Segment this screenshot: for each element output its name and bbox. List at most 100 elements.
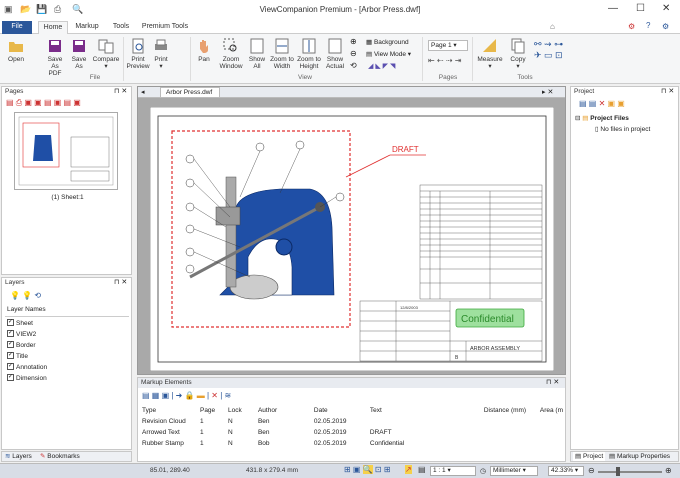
layer-item[interactable]: ✓ Border <box>7 340 36 351</box>
tab-tools[interactable]: Tools <box>108 21 134 34</box>
checkbox-checked-icon[interactable]: ✓ <box>7 340 14 348</box>
close-document-icon[interactable]: ▸ ✕ <box>542 88 553 96</box>
checkbox-checked-icon[interactable]: ✓ <box>7 362 14 370</box>
column-header[interactable]: Date <box>312 405 368 416</box>
zoom-to-width-button[interactable]: Zoom to Width <box>270 38 294 70</box>
pages-toolbar-icons[interactable]: ▤ ⎙ ▣ ▣ ▤ ▣ ▤ ▣ <box>6 98 81 108</box>
open-button[interactable]: Open <box>4 38 28 63</box>
cursor-coordinates: 85.01, 289.40 <box>150 467 190 474</box>
tab-bookmarks[interactable]: ✎ Bookmarks <box>40 452 80 461</box>
print-button[interactable]: Print ▾ <box>152 38 170 70</box>
panel-pin-icon[interactable]: ⊓ ✕ <box>546 378 559 386</box>
show-all-icon <box>250 38 264 54</box>
tab-markup[interactable]: Markup <box>72 21 102 34</box>
zoom-in-icon[interactable]: ⊕ <box>665 466 672 475</box>
tool-icons[interactable]: ⚯ ⇝ ⊶ ✈ ▭ ⊡ <box>534 39 563 61</box>
page-nav-icons[interactable]: ⇤ ⇠ ⇢ ⇥ <box>428 56 461 65</box>
layer-item[interactable]: ✓ Annotation <box>7 362 47 373</box>
copy-icon <box>511 38 525 54</box>
column-header[interactable]: Author <box>256 405 312 416</box>
options-icon[interactable]: ⚙ <box>628 22 635 31</box>
pan-button[interactable]: Pan <box>194 38 214 63</box>
column-header[interactable]: Page <box>198 405 226 416</box>
cell: 02.05.2019 <box>313 440 347 447</box>
layers-toggle-icon[interactable]: ▤ <box>418 465 426 474</box>
copy-button[interactable]: Copy ▾ <box>508 38 528 70</box>
title-bar: ▣ 📂 💾 ⎙ 🔍 ViewCompanion Premium - [Arbor… <box>0 0 680 20</box>
save-as-pdf-button[interactable]: Save As PDF <box>44 38 66 77</box>
zoom-level-select[interactable]: 42.33% ▾ <box>548 466 584 476</box>
view-direction-icons[interactable]: ◢ ◣ ◤ ◥ <box>368 62 395 70</box>
settings-icon[interactable]: ⚙ <box>662 22 669 31</box>
page-thumbnail[interactable] <box>14 112 118 190</box>
tab-premium-tools[interactable]: Premium Tools <box>140 21 190 34</box>
markup-toolbar-icons[interactable]: ▤ ▦ ▣ | ➜ 🔒 ▬ | ✕ | ≋ <box>142 391 231 400</box>
tab-home[interactable]: Home <box>38 21 68 34</box>
maximize-icon[interactable]: ☐ <box>636 3 645 14</box>
checkbox-checked-icon[interactable]: ✓ <box>7 329 14 337</box>
column-header[interactable]: Type <box>140 405 198 416</box>
zoom-slider[interactable] <box>598 471 662 473</box>
document-tab-strip: ◂ Arbor Press.dwf ▸ ✕ <box>138 87 565 98</box>
scale-select[interactable]: 1 : 1 ▾ <box>430 466 476 476</box>
measure-button[interactable]: Measure ▾ <box>476 38 504 70</box>
layer-item[interactable]: ✓ Dimension <box>7 373 47 384</box>
zoom-in-icon[interactable]: ⊕ <box>350 37 357 46</box>
checkbox-checked-icon[interactable]: ✓ <box>7 373 14 381</box>
rotate-icon[interactable]: ⟲ <box>350 61 357 70</box>
layers-panel: Layers ⊓ ✕ 💡 💡 ⟲ Layer Names ✓ Sheet ✓ VIE… <box>1 277 132 450</box>
tab-file[interactable]: File <box>2 21 32 34</box>
tab-layers[interactable]: ≋ Layers <box>5 452 32 461</box>
close-icon[interactable]: ✕ <box>662 3 670 14</box>
ruler-icon <box>483 39 496 52</box>
print-preview-button[interactable]: Print Preview <box>126 38 150 70</box>
document-tab[interactable]: Arbor Press.dwf <box>160 87 220 98</box>
tab-markup-properties[interactable]: ▤ Markup Properties <box>609 452 670 461</box>
layer-item[interactable]: ✓ Sheet <box>7 318 33 329</box>
thumbnail-label: (1) Sheet:1 <box>51 194 84 201</box>
project-files-node[interactable]: ⊟ ▤ Project Files <box>575 114 629 122</box>
page-select[interactable]: Page 1 ▾ <box>428 40 468 51</box>
background-button[interactable]: ▦ Background <box>366 38 409 46</box>
panel-pin-icon[interactable]: ⊓ ✕ <box>114 278 127 286</box>
panel-pin-icon[interactable]: ⊓ ✕ <box>114 87 127 95</box>
zoom-out-icon[interactable]: ⊖ <box>350 49 357 58</box>
markup-table-header: Type Page Lock Author Date Text Distance… <box>140 405 565 416</box>
save-as-button[interactable]: Save As <box>68 38 90 70</box>
tab-project[interactable]: ▤ Project <box>573 452 606 461</box>
layer-item[interactable]: ✓ Title <box>7 351 28 362</box>
table-row[interactable]: Arrowed Text 1 N Ben 02.05.2019 DRAFT <box>140 427 565 438</box>
column-header[interactable]: Text <box>368 405 482 416</box>
zoom-to-height-button[interactable]: Zoom to Height <box>296 38 322 70</box>
checkbox-checked-icon[interactable]: ✓ <box>7 351 14 359</box>
panel-pin-icon[interactable]: ⊓ ✕ <box>661 87 674 95</box>
tab-scroll-left-icon[interactable]: ◂ <box>141 88 145 96</box>
column-header[interactable]: Area (m <box>538 405 565 416</box>
units-select[interactable]: Millimeter ▾ <box>490 466 538 476</box>
layer-item[interactable]: ✓ VIEW2 <box>7 329 36 340</box>
show-actual-button[interactable]: Show Actual <box>324 38 346 70</box>
collapse-ribbon-icon[interactable]: ⌂ <box>550 22 555 31</box>
compare-button[interactable]: Compare ▾ <box>92 38 120 70</box>
show-all-button[interactable]: Show All <box>246 38 268 70</box>
snap-icon[interactable]: ↗ <box>405 465 412 474</box>
status-tool-icons[interactable]: ⊞ ▣ 🔍 ⊡ ⊞ <box>344 465 391 474</box>
zoom-window-button[interactable]: Zoom Window <box>218 38 244 70</box>
column-header[interactable]: Distance (mm) <box>482 405 538 416</box>
minimize-icon[interactable]: — <box>608 3 618 14</box>
drawing-canvas[interactable]: DRAFT 12/8/2003 B ARBOR ASSEMBLY Confide… <box>150 107 554 371</box>
help-icon[interactable]: ? <box>646 21 650 30</box>
status-bar: 85.01, 289.40 431.8 x 279.4 mm ⊞ ▣ 🔍 ⊡ ⊞… <box>0 463 680 478</box>
column-header[interactable]: Lock <box>226 405 256 416</box>
checkbox-checked-icon[interactable]: ✓ <box>7 318 14 326</box>
layer-toolbar-icons[interactable]: 💡 💡 ⟲ <box>10 291 41 300</box>
table-row[interactable]: Rubber Stamp 1 N Bob 02.05.2019 Confidential <box>140 438 565 449</box>
project-toolbar-icons[interactable]: ▤ ▤ ✕ ▣ ▣ <box>579 99 625 108</box>
zoom-slider-thumb[interactable] <box>616 467 620 476</box>
table-row[interactable]: Revision Cloud 1 N Ben 02.05.2019 <box>140 416 565 427</box>
page-size: 431.8 x 279.4 mm <box>246 467 299 474</box>
view-mode-button[interactable]: ▤ View Mode ▾ <box>366 50 411 58</box>
zoom-out-icon[interactable]: ⊖ <box>588 466 595 475</box>
cell <box>482 427 538 438</box>
window-title: ViewCompanion Premium - [Arbor Press.dwf… <box>259 5 421 14</box>
